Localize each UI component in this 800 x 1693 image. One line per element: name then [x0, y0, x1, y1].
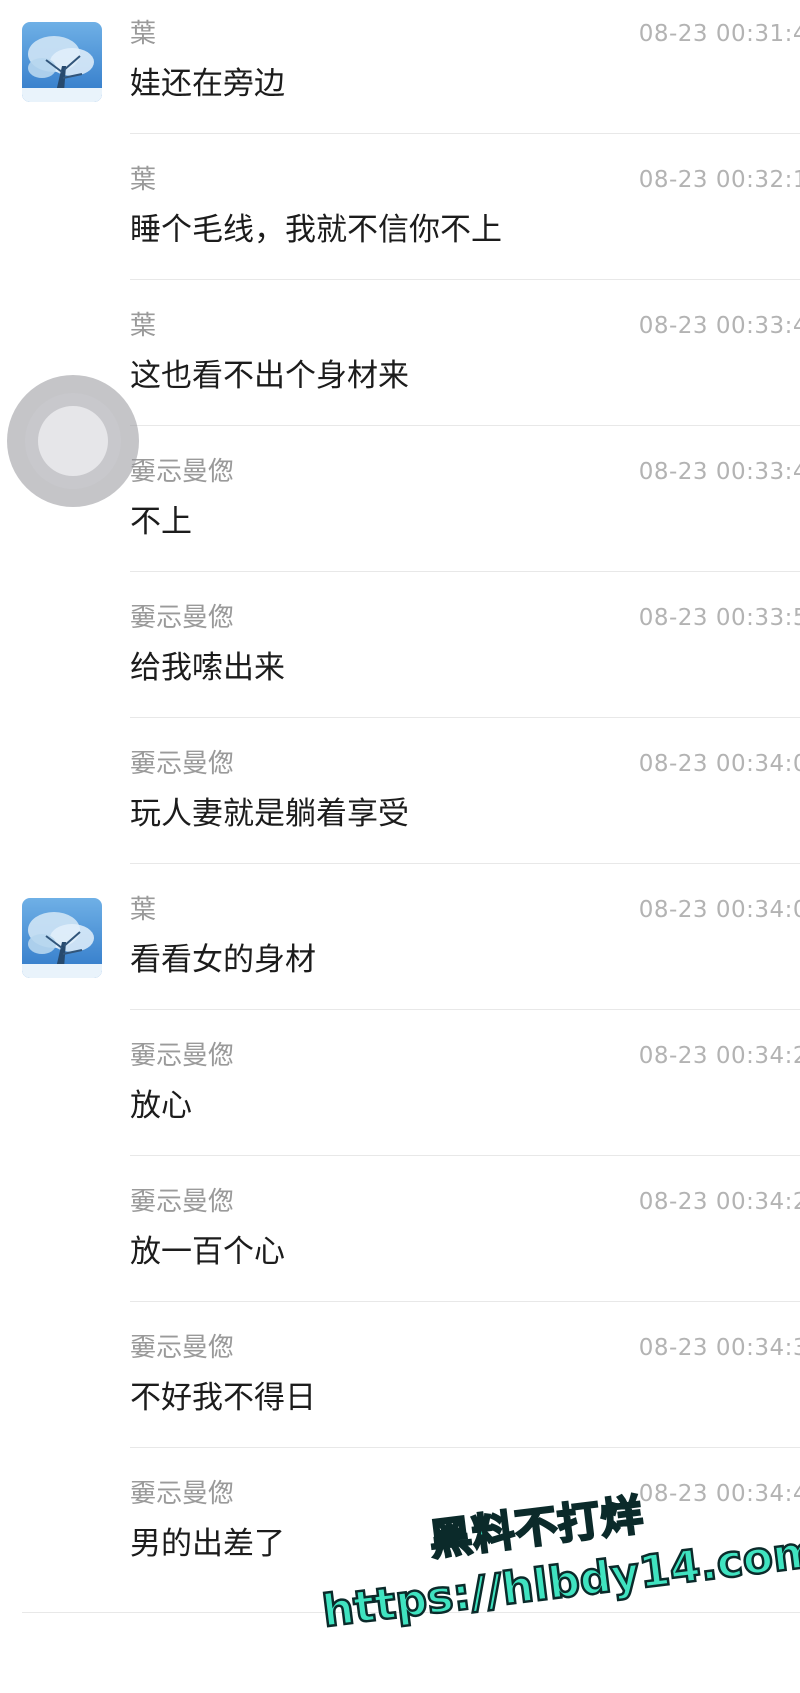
timestamp: 08-23 00:34:2	[638, 1189, 800, 1215]
divider	[130, 133, 800, 134]
message-text: 不上	[130, 504, 192, 540]
message-item[interactable]: 嫑忈曼偬 08-23 00:34:2 放一百个心	[0, 1168, 800, 1314]
sender-name: 嫑忈曼偬	[130, 1333, 235, 1363]
sender-name: 葉	[130, 165, 157, 195]
message-item[interactable]: 葉 08-23 00:31:4 娃还在旁边	[0, 0, 800, 146]
message-text: 放心	[130, 1088, 192, 1124]
divider	[130, 279, 800, 280]
timestamp: 08-23 00:32:1	[638, 167, 800, 193]
message-text: 睡个毛线，我就不信你不上	[130, 212, 502, 248]
message-text: 给我嗦出来	[130, 650, 285, 686]
message-text: 男的出差了	[130, 1526, 285, 1562]
message-text: 看看女的身材	[130, 942, 316, 978]
assistive-touch-button[interactable]	[7, 375, 139, 507]
timestamp: 08-23 00:34:0	[638, 897, 800, 923]
divider	[130, 425, 800, 426]
message-item[interactable]: 嫑忈曼偬 08-23 00:34:3 不好我不得日	[0, 1314, 800, 1460]
timestamp: 08-23 00:33:4	[638, 459, 800, 485]
assistive-touch-core	[38, 406, 108, 476]
message-list[interactable]: 葉 08-23 00:31:4 娃还在旁边 葉 08-23 00:32:1 睡个…	[0, 0, 800, 1606]
message-text: 不好我不得日	[130, 1380, 316, 1416]
sender-name: 嫑忈曼偬	[130, 603, 235, 633]
divider	[130, 1447, 800, 1448]
message-text: 放一百个心	[130, 1234, 285, 1270]
message-item[interactable]: 嫑忈曼偬 08-23 00:33:5 给我嗦出来	[0, 584, 800, 730]
sender-name: 嫑忈曼偬	[130, 1041, 235, 1071]
timestamp: 08-23 00:34:2	[638, 1043, 800, 1069]
sender-name: 葉	[130, 311, 157, 341]
divider	[130, 1155, 800, 1156]
message-text: 这也看不出个身材来	[130, 358, 409, 394]
timestamp: 08-23 00:31:4	[638, 21, 800, 47]
divider	[130, 1009, 800, 1010]
divider	[130, 863, 800, 864]
timestamp: 08-23 00:34:0	[638, 751, 800, 777]
timestamp: 08-23 00:33:4	[638, 313, 800, 339]
chat-history-screen: 葉 08-23 00:31:4 娃还在旁边 葉 08-23 00:32:1 睡个…	[0, 0, 800, 1693]
sender-name: 嫑忈曼偬	[130, 749, 235, 779]
sender-name: 嫑忈曼偬	[130, 457, 235, 487]
message-text: 娃还在旁边	[130, 66, 285, 102]
snowy-tree-icon	[22, 898, 102, 978]
avatar[interactable]	[22, 898, 102, 978]
message-item[interactable]: 嫑忈曼偬 08-23 00:34:0 玩人妻就是躺着享受	[0, 730, 800, 876]
message-item[interactable]: 嫑忈曼偬 08-23 00:34:2 放心	[0, 1022, 800, 1168]
assistive-touch-ring	[25, 393, 121, 489]
timestamp: 08-23 00:33:5	[638, 605, 800, 631]
message-item[interactable]: 葉 08-23 00:34:0 看看女的身材	[0, 876, 800, 1022]
divider	[130, 571, 800, 572]
message-text: 玩人妻就是躺着享受	[130, 796, 409, 832]
avatar[interactable]	[22, 22, 102, 102]
timestamp: 08-23 00:34:3	[638, 1335, 800, 1361]
snowy-tree-icon	[22, 22, 102, 102]
divider	[130, 1301, 800, 1302]
sender-name: 嫑忈曼偬	[130, 1187, 235, 1217]
message-item[interactable]: 葉 08-23 00:32:1 睡个毛线，我就不信你不上	[0, 146, 800, 292]
sender-name: 嫑忈曼偬	[130, 1479, 235, 1509]
sender-name: 葉	[130, 895, 157, 925]
divider	[130, 717, 800, 718]
sender-name: 葉	[130, 19, 157, 49]
